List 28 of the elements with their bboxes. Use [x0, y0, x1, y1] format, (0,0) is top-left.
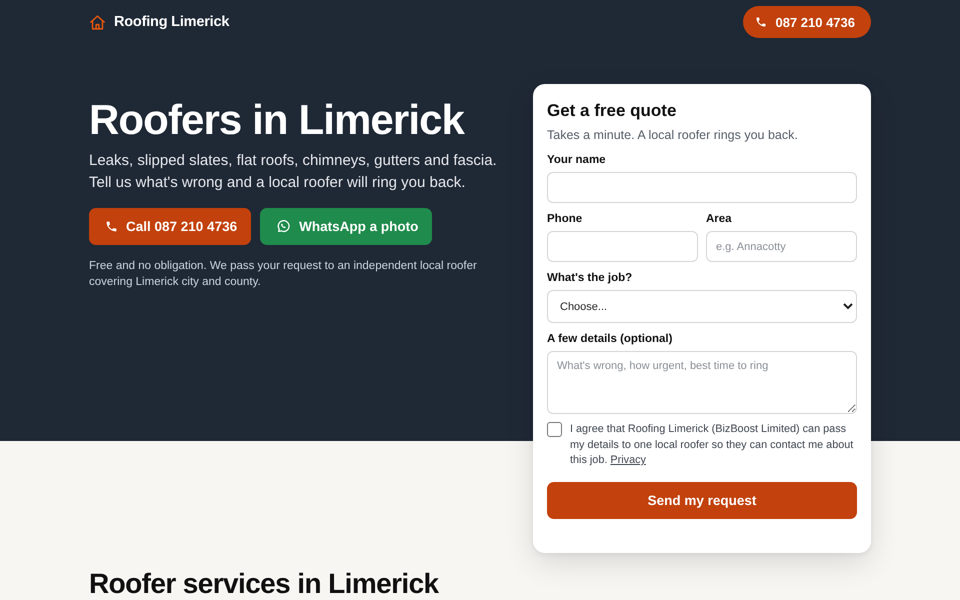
submit-button[interactable]: Send my request: [547, 482, 857, 518]
field-label: Your name: [547, 153, 606, 167]
input-field[interactable]: e.g. Annacotty: [706, 231, 857, 262]
form-title: Get a free quote: [547, 100, 678, 122]
field-label: Area: [706, 212, 732, 226]
field-label: Phone: [547, 212, 582, 226]
consent-text: I agree that Roofing Limerick (BizBoost Limited) can pass my details to one local roofer so they can contact me about this job. Privacy: [570, 422, 854, 468]
brand-name[interactable]: Roofing Limerick: [114, 14, 230, 30]
hero-heading: Roofers in Limerick: [89, 96, 464, 144]
call-button[interactable]: Call 087 210 4736: [89, 208, 252, 245]
field-label: What's the job?: [547, 271, 632, 285]
privacy-link[interactable]: Privacy: [610, 454, 646, 466]
input-field[interactable]: [547, 231, 698, 262]
phone-icon: [105, 220, 118, 233]
hero-subtitle: Leaks, slipped slates, flat roofs, chimneys, gutters and fascia. Tell us what's wrong and a local roofer will ring you back.: [89, 151, 498, 193]
hero-note: Free and no obligation. We pass your request to an independent local roofer covering Limerick city and county.: [89, 259, 478, 290]
whatsapp-button[interactable]: WhatsApp a photo: [260, 208, 432, 245]
chat-bubble-icon: [276, 219, 292, 234]
textarea-field[interactable]: What's wrong, how urgent, best time to ring: [547, 351, 857, 414]
house-icon: [89, 14, 106, 30]
field-label: A few details (optional): [547, 332, 672, 346]
phone-button[interactable]: 087 210 4736: [743, 6, 871, 38]
form-subtitle: Takes a minute. A local roofer rings you back.: [547, 127, 799, 144]
phone-icon: [755, 16, 768, 28]
section-heading: Roofer services in Limerick: [89, 568, 439, 598]
consent-checkbox[interactable]: [547, 422, 562, 437]
dropdown-field[interactable]: Choose...: [547, 290, 857, 323]
input-field[interactable]: [547, 172, 857, 203]
